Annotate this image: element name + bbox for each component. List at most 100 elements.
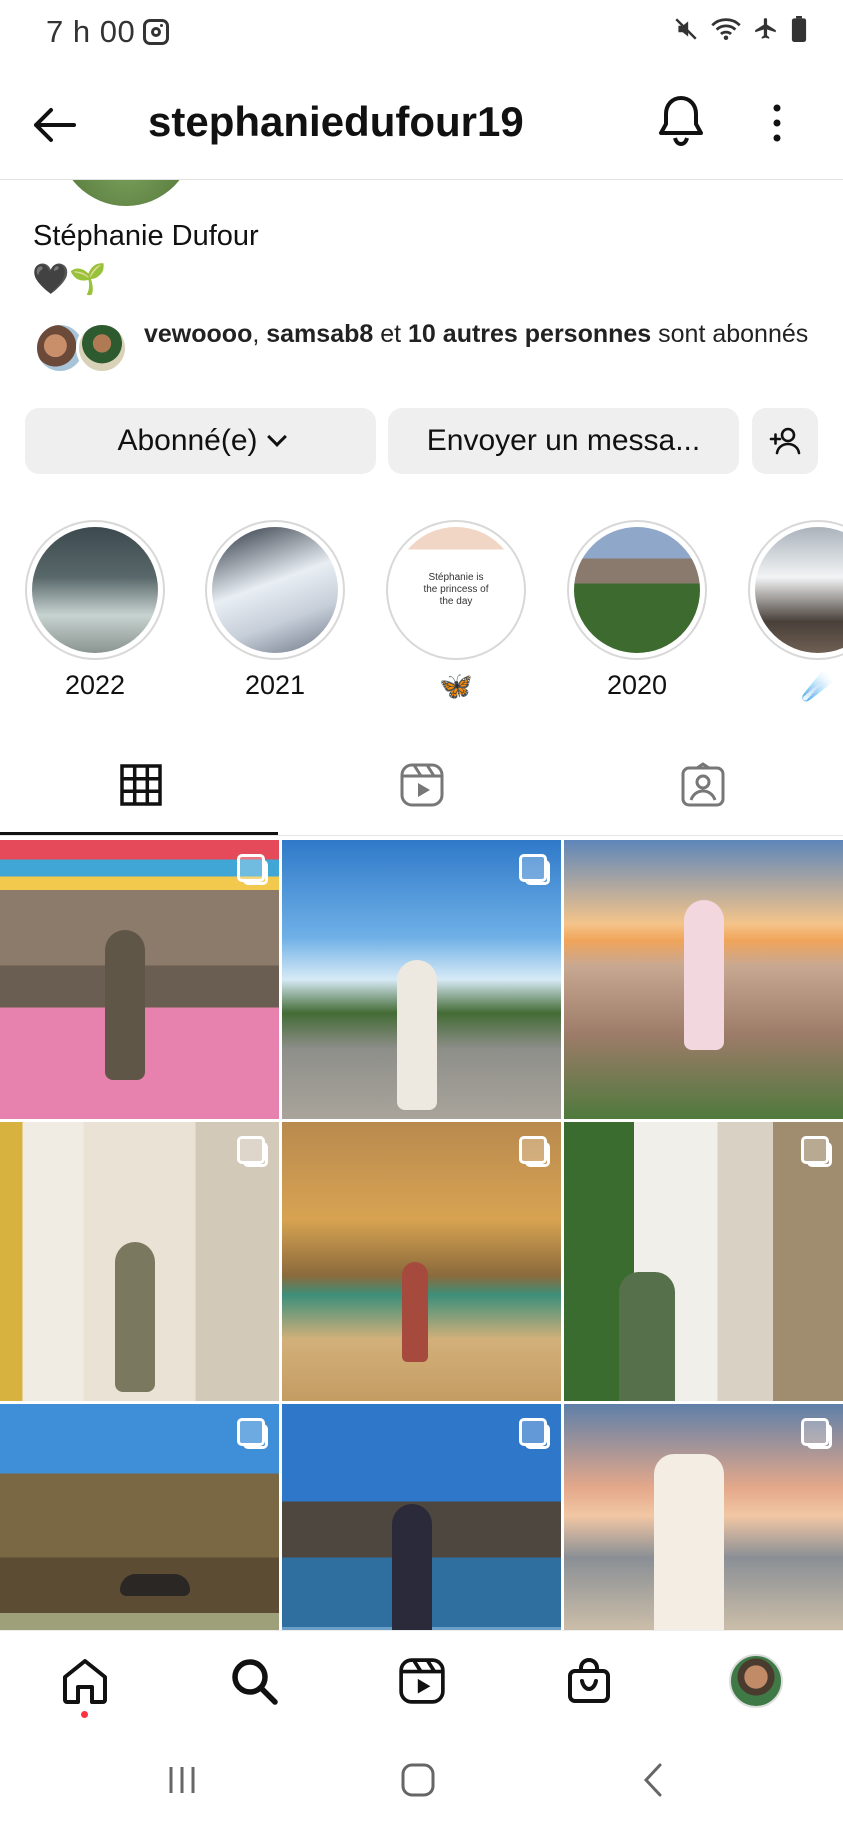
carousel-icon <box>237 854 268 885</box>
followed-suffix: sont abonnés <box>651 320 809 348</box>
back-button[interactable] <box>30 100 80 150</box>
carousel-icon <box>519 854 550 885</box>
conjunction: et <box>373 320 409 348</box>
reels-icon <box>399 1658 445 1704</box>
nav-search[interactable] <box>224 1651 284 1711</box>
mutual-others[interactable]: 10 autres personnes <box>408 320 651 348</box>
post-thumbnail[interactable] <box>0 840 279 1119</box>
mute-icon <box>675 18 697 40</box>
suggested-users-button[interactable] <box>752 408 818 474</box>
separator: , <box>252 320 267 348</box>
bell-icon <box>659 96 703 147</box>
post-figure <box>619 1272 675 1401</box>
nav-profile[interactable] <box>726 1651 786 1711</box>
highlight-label: ☄️ <box>801 671 835 701</box>
post-figure <box>654 1454 724 1630</box>
carousel-icon <box>519 1418 550 1449</box>
highlight-label: 🦋 <box>439 671 473 701</box>
more-options-button[interactable] <box>762 98 792 148</box>
highlight-cover: Stéphanie is the princess of the day <box>393 527 519 653</box>
profile-avatar-large[interactable] <box>58 180 194 210</box>
tagged-icon <box>681 762 724 807</box>
highlight-ring <box>748 520 843 660</box>
following-button[interactable]: Abonné(e) <box>25 408 376 474</box>
post-figure <box>684 900 724 1050</box>
carousel-icon <box>801 1136 832 1167</box>
highlight-item[interactable]: 2021 <box>205 520 345 701</box>
wifi-icon <box>711 18 741 40</box>
profile-username: stephaniedufour19 <box>148 98 524 145</box>
post-thumbnail[interactable] <box>564 1404 843 1630</box>
status-bar: 7 h 00 <box>0 0 843 64</box>
back-chevron-icon <box>643 1763 662 1797</box>
highlight-ring: Stéphanie is the princess of the day <box>386 520 526 660</box>
following-button-label: Abonné(e) <box>117 424 258 457</box>
profile-tabs <box>0 735 843 835</box>
post-figure <box>402 1262 428 1362</box>
tab-tagged[interactable] <box>562 735 843 835</box>
highlight-ring <box>25 520 165 660</box>
story-highlights: 2022 2021 Stéphanie is the princess of t… <box>0 520 843 710</box>
status-icons <box>673 16 807 42</box>
tabs-divider <box>0 835 843 836</box>
post-thumbnail[interactable] <box>282 1404 561 1630</box>
mutual-user-1[interactable]: vewoooo <box>144 320 252 348</box>
highlight-label: 2022 <box>64 670 126 700</box>
grid-icon <box>119 764 162 806</box>
nav-home[interactable] <box>55 1651 115 1711</box>
highlight-ring <box>205 520 345 660</box>
highlight-cover <box>574 527 700 653</box>
mutual-followers-text: vewoooo, samsab8 et 10 autres personnes … <box>144 318 824 350</box>
post-thumbnail[interactable] <box>564 1122 843 1401</box>
search-icon <box>232 1659 278 1705</box>
post-thumbnail[interactable] <box>282 1122 561 1401</box>
message-button-label: Envoyer un messa... <box>426 424 701 457</box>
reels-icon <box>400 763 443 807</box>
highlight-item[interactable]: 2020 <box>567 520 707 701</box>
system-navigation-bar <box>0 1730 843 1827</box>
highlight-cover <box>755 527 843 653</box>
post-thumbnail[interactable] <box>0 1122 279 1401</box>
shop-icon <box>568 1658 610 1703</box>
mutual-followers[interactable]: vewoooo, samsab8 et 10 autres personnes … <box>34 318 834 378</box>
highlight-item[interactable]: ☄️ <box>748 520 843 702</box>
carousel-icon <box>237 1418 268 1449</box>
battery-icon <box>791 16 807 42</box>
back-system-button[interactable] <box>628 1755 678 1805</box>
post-thumbnail[interactable] <box>564 840 843 1119</box>
post-thumbnail[interactable] <box>282 840 561 1119</box>
highlight-item[interactable]: Stéphanie is the princess of the day 🦋 <box>386 520 526 702</box>
profile-header: stephaniedufour19 <box>0 64 843 180</box>
nav-reels[interactable] <box>392 1651 452 1711</box>
profile-full-name: Stéphanie Dufour <box>33 220 259 252</box>
home-square-icon <box>401 1763 435 1797</box>
notification-dot <box>81 1711 88 1718</box>
highlight-item[interactable]: 2022 <box>25 520 165 701</box>
highlight-cover <box>32 527 158 653</box>
recent-apps-icon <box>169 1767 195 1793</box>
recent-apps-button[interactable] <box>157 1755 207 1805</box>
tab-reels[interactable] <box>281 735 562 835</box>
back-arrow-icon <box>34 108 76 142</box>
nav-shop[interactable] <box>559 1651 619 1711</box>
notifications-button[interactable] <box>654 92 708 150</box>
airplane-icon <box>755 18 776 39</box>
post-figure <box>115 1242 155 1392</box>
highlight-cover <box>212 527 338 653</box>
message-button[interactable]: Envoyer un messa... <box>388 408 739 474</box>
mutual-follower-avatar <box>76 322 128 374</box>
more-vertical-icon <box>773 104 781 142</box>
add-user-icon <box>769 427 801 455</box>
posts-grid <box>0 840 843 1630</box>
post-thumbnail[interactable] <box>0 1404 279 1630</box>
home-button[interactable] <box>393 1755 443 1805</box>
carousel-icon <box>237 1136 268 1167</box>
mutual-user-2[interactable]: samsab8 <box>266 320 373 348</box>
post-figure <box>392 1504 432 1630</box>
profile-avatar <box>729 1654 783 1708</box>
carousel-icon <box>801 1418 832 1449</box>
highlight-ring <box>567 520 707 660</box>
tab-posts-grid[interactable] <box>0 735 281 835</box>
chevron-down-icon <box>266 427 287 447</box>
instagram-icon <box>143 19 169 45</box>
